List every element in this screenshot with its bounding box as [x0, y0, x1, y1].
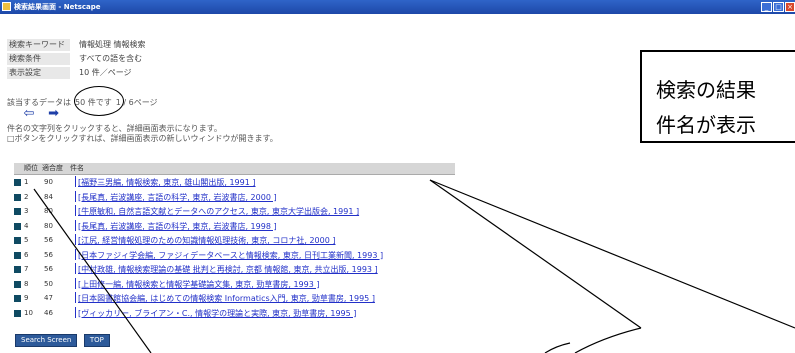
- callout-line-2: 件名が表示: [656, 113, 756, 137]
- callout-bubble-edge: [544, 342, 571, 353]
- callout-bubble-edge: [574, 327, 642, 353]
- annotation-callout: 検索の結果 件名が表示: [640, 50, 795, 143]
- callout-line-1: 検索の結果: [656, 78, 756, 102]
- callout-pointer-line: [429, 179, 795, 329]
- callout-pointer-line: [429, 179, 642, 329]
- annotation-line: [33, 188, 152, 353]
